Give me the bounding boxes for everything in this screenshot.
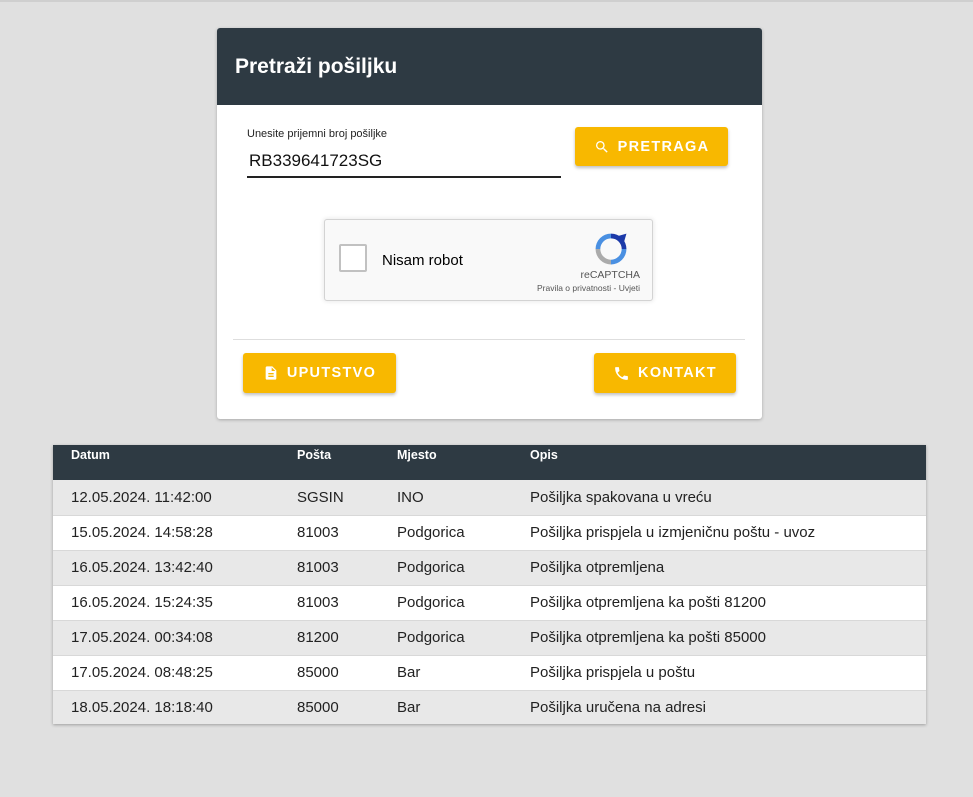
card-divider (233, 339, 745, 340)
recaptcha-widget: Nisam robot reCAPTCHA Pravila o privatno… (324, 219, 653, 301)
table-row: 17.05.2024. 00:34:08 81200 Podgorica Poš… (53, 620, 926, 656)
cell-date: 17.05.2024. 00:34:08 (53, 620, 297, 656)
cell-description: Pošiljka uručena na adresi (530, 699, 706, 717)
recaptcha-logo-icon (595, 233, 627, 265)
cell-place: Podgorica (397, 620, 530, 656)
contact-button-label: KONTAKT (638, 365, 717, 381)
table-row: 12.05.2024. 11:42:00 SGSIN INO Pošiljka … (53, 480, 926, 516)
cell-post-office: 81003 (297, 550, 397, 586)
search-card-title: Pretraži pošiljku (235, 55, 398, 78)
cell-description: Pošiljka prispjela u izmjeničnu poštu - … (530, 515, 926, 551)
recaptcha-link-separator: - (613, 283, 617, 293)
recaptcha-terms-link[interactable]: Uvjeti (619, 283, 640, 293)
cell-date: 15.05.2024. 14:58:28 (53, 515, 297, 551)
cell-description: Pošiljka prispjela u poštu (530, 655, 926, 691)
contact-button[interactable]: KONTAKT (594, 353, 736, 393)
tracking-table: Datum Pošta Mjesto Opis 12.05.2024. 11:4… (53, 445, 926, 724)
search-icon (595, 140, 608, 153)
phone-icon (615, 366, 628, 380)
column-header-post-office: Pošta (297, 448, 332, 462)
cell-post-office: 85000 (297, 655, 397, 691)
table-row: 15.05.2024. 14:58:28 81003 Podgorica Poš… (53, 515, 926, 551)
search-button-label: PRETRAGA (617, 138, 710, 155)
top-edge (0, 0, 973, 2)
cell-post-office: 81200 (297, 620, 397, 656)
cell-place: Podgorica (397, 550, 530, 586)
column-header-date: Datum (71, 448, 110, 462)
cell-date: 18.05.2024. 18:18:40 (71, 699, 213, 717)
table-row: 18.05.2024. 18:18:40 85000 Bar Pošiljka … (53, 690, 926, 724)
cell-description: Pošiljka otpremljena (530, 550, 926, 586)
cell-place: Bar (397, 699, 421, 717)
tracking-number-label: Unesite prijemni broj pošiljke (247, 128, 388, 140)
recaptcha-checkbox[interactable] (339, 244, 367, 272)
table-row: 17.05.2024. 08:48:25 85000 Bar Pošiljka … (53, 655, 926, 691)
cell-post-office: 81003 (297, 585, 397, 621)
recaptcha-label: Nisam robot (382, 252, 463, 269)
search-button[interactable]: PRETRAGA (575, 127, 728, 166)
guide-button[interactable]: UPUTSTVO (243, 353, 396, 393)
table-row: 16.05.2024. 13:42:40 81003 Podgorica Poš… (53, 550, 926, 586)
tracking-table-header: Datum Pošta Mjesto Opis (53, 445, 926, 480)
cell-post-office: SGSIN (297, 480, 397, 516)
cell-place: INO (397, 480, 530, 516)
search-card-header: Pretraži pošiljku (217, 28, 762, 105)
cell-place: Podgorica (397, 515, 530, 551)
cell-date: 17.05.2024. 08:48:25 (53, 655, 297, 691)
cell-post-office: 85000 (297, 699, 339, 717)
cell-description: Pošiljka otpremljena ka pošti 85000 (530, 620, 926, 656)
document-icon (265, 366, 277, 380)
tracking-table-grid: Datum Pošta Mjesto Opis 12.05.2024. 11:4… (53, 445, 926, 724)
cell-date: 12.05.2024. 11:42:00 (53, 480, 297, 516)
tracking-number-input[interactable] (247, 146, 561, 178)
cell-description: Pošiljka spakovana u vreću (530, 480, 926, 516)
recaptcha-brand: reCAPTCHA (580, 269, 640, 281)
cell-place: Bar (397, 655, 530, 691)
cell-description: Pošiljka otpremljena ka pošti 81200 (530, 585, 926, 621)
column-header-description: Opis (530, 448, 558, 462)
header-row: Datum Pošta Mjesto Opis (53, 445, 926, 480)
guide-button-label: UPUTSTVO (286, 365, 377, 381)
cell-date: 16.05.2024. 15:24:35 (53, 585, 297, 621)
recaptcha-privacy-link[interactable]: Pravila o privatnosti (537, 283, 611, 293)
column-header-place: Mjesto (397, 448, 437, 462)
cell-place: Podgorica (397, 585, 530, 621)
search-card: Pretraži pošiljku Unesite prijemni broj … (217, 28, 762, 419)
table-row: 16.05.2024. 15:24:35 81003 Podgorica Poš… (53, 585, 926, 621)
recaptcha-links: Pravila o privatnosti - Uvjeti (537, 283, 640, 293)
cell-post-office: 81003 (297, 515, 397, 551)
tracking-table-body: 12.05.2024. 11:42:00 SGSIN INO Pošiljka … (53, 480, 926, 724)
cell-date: 16.05.2024. 13:42:40 (53, 550, 297, 586)
